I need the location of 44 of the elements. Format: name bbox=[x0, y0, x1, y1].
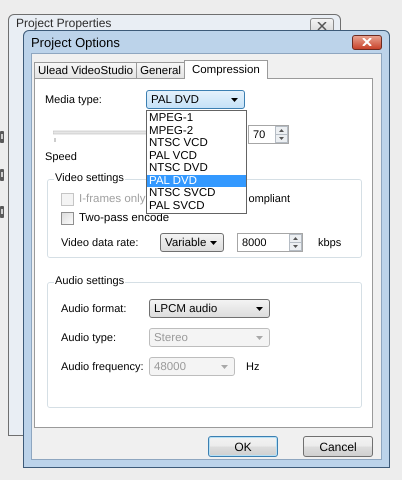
dropdown-option[interactable]: NTSC VCD bbox=[147, 137, 246, 150]
dialog-button[interactable]: OK bbox=[208, 436, 278, 457]
close-icon bbox=[362, 38, 372, 46]
caret-icon bbox=[231, 98, 238, 102]
tool-icon[interactable] bbox=[0, 130, 5, 144]
caret-icon bbox=[210, 240, 217, 244]
data-rate-field[interactable]: 8000 bbox=[237, 233, 303, 252]
caret-icon bbox=[256, 306, 263, 310]
dialog-button[interactable]: Cancel bbox=[303, 436, 373, 457]
dropdown-option[interactable]: MPEG-1 bbox=[147, 112, 246, 124]
dropdown-option[interactable]: MPEG-2 bbox=[147, 124, 246, 137]
checkbox-label: ompliant bbox=[248, 193, 290, 205]
spinner-icon bbox=[289, 234, 302, 251]
group-title: Audio settings bbox=[54, 275, 126, 287]
slider-label: Speed bbox=[45, 151, 77, 163]
field-label: Audio frequency: bbox=[61, 360, 145, 372]
unit-label: Hz bbox=[246, 360, 260, 372]
field-label: Audio type: bbox=[61, 332, 118, 344]
close-icon bbox=[317, 22, 327, 30]
field-label: Media type: bbox=[45, 94, 103, 106]
group-title: Video settings bbox=[54, 172, 125, 184]
media-type-dropdown[interactable]: PAL DVD bbox=[146, 90, 245, 109]
checkbox[interactable]: Two-pass encode bbox=[61, 212, 170, 224]
caret-icon bbox=[221, 364, 228, 368]
tab[interactable]: General bbox=[136, 62, 185, 78]
spinner-icon bbox=[275, 126, 288, 143]
tool-icon[interactable] bbox=[0, 168, 5, 182]
dropdown-option[interactable]: PAL SVCD bbox=[147, 200, 246, 212]
window-title: Project Properties bbox=[16, 16, 112, 30]
tab[interactable]: Compression bbox=[184, 60, 268, 79]
dropdown-option[interactable]: NTSC SVCD bbox=[147, 187, 246, 200]
field-label: Video data rate: bbox=[61, 236, 140, 248]
tab[interactable]: Ulead VideoStudio bbox=[34, 62, 138, 78]
rate-mode-dropdown[interactable]: Variable bbox=[160, 233, 224, 252]
tool-icon[interactable] bbox=[0, 205, 5, 219]
caret-icon bbox=[256, 336, 263, 340]
field-label: Audio format: bbox=[61, 302, 128, 314]
dropdown-option[interactable]: NTSC DVD bbox=[147, 162, 246, 174]
quality-field[interactable]: 70 bbox=[248, 125, 289, 144]
window-title: Project Options bbox=[31, 34, 120, 50]
unit-label: kbps bbox=[318, 236, 342, 248]
dropdown-option[interactable]: PAL VCD bbox=[147, 150, 246, 162]
dropdown[interactable]: LPCM audio bbox=[149, 299, 270, 318]
close-button[interactable] bbox=[352, 34, 382, 50]
